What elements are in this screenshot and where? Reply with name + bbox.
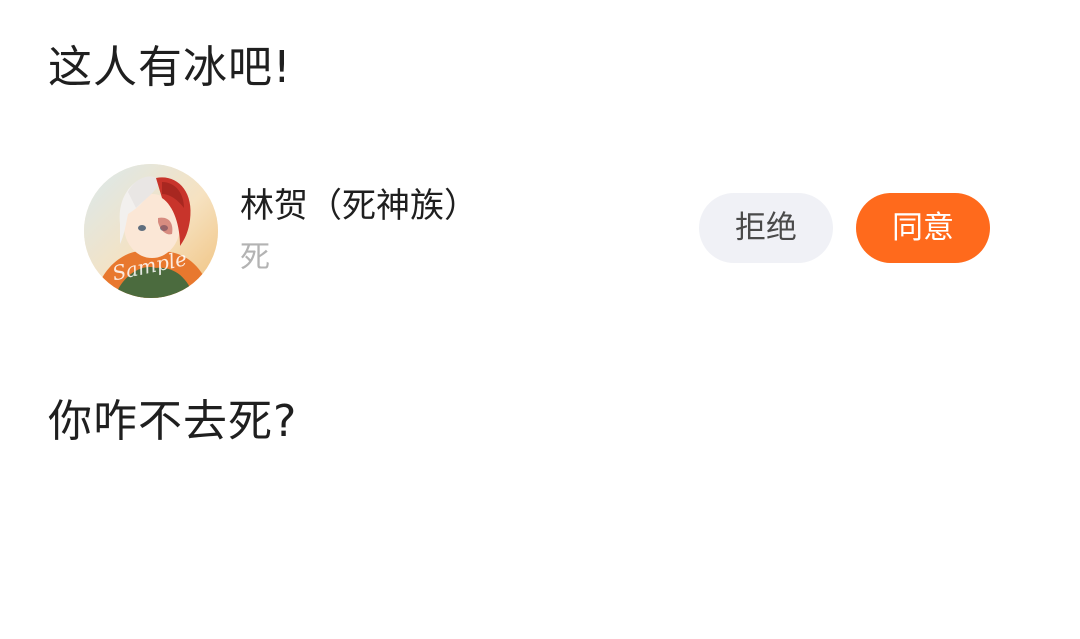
screen: 这人有冰吧! Sample 林贺（死神族） 死 拒绝 同意 你咋不去死? <box>0 0 1080 639</box>
top-caption: 这人有冰吧! <box>48 42 292 93</box>
reject-button[interactable]: 拒绝 <box>699 193 833 263</box>
avatar[interactable]: Sample <box>84 164 218 298</box>
request-message: 死 <box>240 240 270 275</box>
avatar-illustration: Sample <box>84 164 218 298</box>
friend-request-row: Sample 林贺（死神族） 死 拒绝 同意 <box>84 160 1004 300</box>
accept-button[interactable]: 同意 <box>856 193 990 263</box>
bottom-caption: 你咋不去死? <box>48 396 298 447</box>
requester-name: 林贺（死神族） <box>240 186 478 226</box>
